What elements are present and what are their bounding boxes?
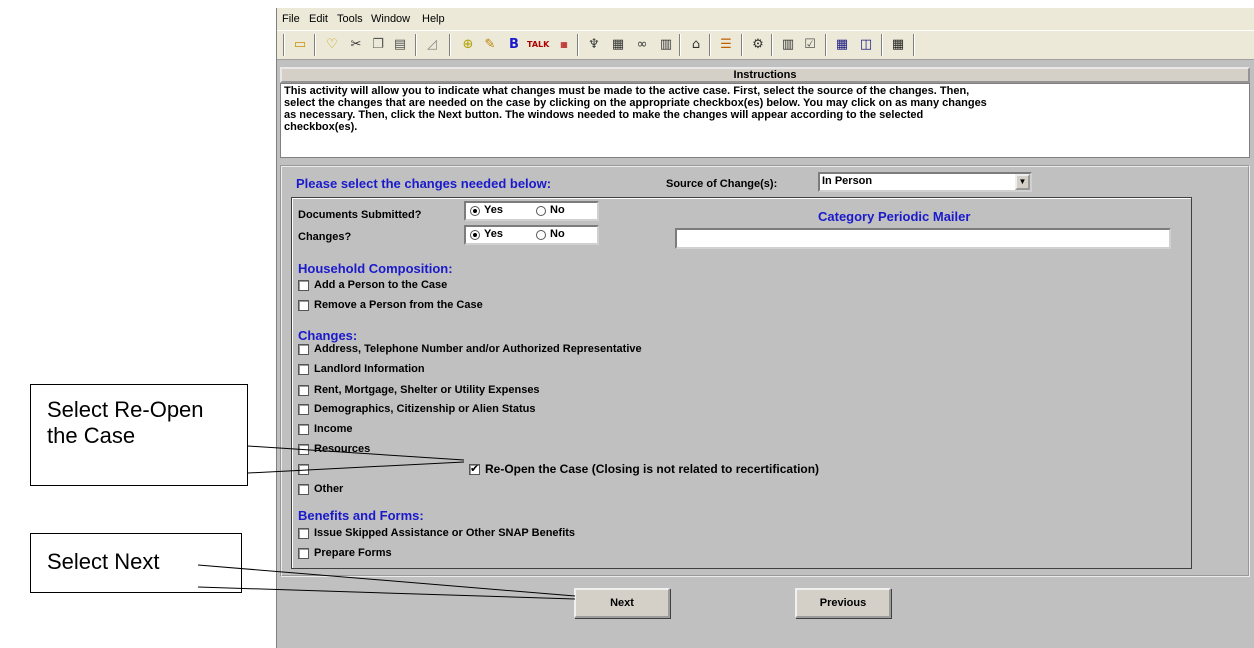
instructions-header: Instructions xyxy=(280,67,1250,83)
changes-radio-group: Yes No xyxy=(464,225,599,245)
callout-select-next: Select Next xyxy=(30,533,242,593)
toolbar: ▭ ♡ ✂ ❐ ▤ ◿ ⊕ ✎ B TALK ▦ ♆ ▦ ∞ ▥ ⌂ ☰ ⚙ ▥… xyxy=(277,30,1254,60)
household-composition-heading: Household Composition: xyxy=(298,261,453,276)
checkbox[interactable] xyxy=(298,444,309,455)
checkbox-label: Rent, Mortgage, Shelter or Utility Expen… xyxy=(314,384,540,396)
eraser-icon[interactable]: ◿ xyxy=(421,35,443,55)
open-folder-icon[interactable]: ▭ xyxy=(289,35,311,55)
menu-help[interactable]: Help xyxy=(422,13,445,25)
callout-select-reopen: Select Re-Open the Case xyxy=(30,384,248,486)
changes-yes-label: Yes xyxy=(484,228,503,240)
checkbox[interactable] xyxy=(298,280,309,291)
checkbox-label: Landlord Information xyxy=(314,363,425,375)
application-window: File Edit Tools Window Help ▭ ♡ ✂ ❐ ▤ ◿ … xyxy=(276,8,1254,648)
checkbox-label: Issue Skipped Assistance or Other SNAP B… xyxy=(314,527,576,539)
documents-no-label: No xyxy=(550,204,565,216)
panel-title: Please select the changes needed below: xyxy=(296,176,552,191)
documents-yes-radio[interactable] xyxy=(470,206,480,216)
house-icon[interactable]: ⌂ xyxy=(685,35,707,55)
checkbox-label: Prepare Forms xyxy=(314,547,392,559)
checkbox-label: Remove a Person from the Case xyxy=(314,299,483,311)
changes-no-radio[interactable] xyxy=(536,230,546,240)
source-of-change-select[interactable]: In Person ▼ xyxy=(818,172,1032,192)
changes-yes-radio[interactable] xyxy=(470,230,480,240)
scissors-icon[interactable]: ✂ xyxy=(345,35,367,55)
toolbar-separator xyxy=(449,34,451,56)
checkbox[interactable] xyxy=(298,404,309,415)
talk2-icon[interactable]: ▦ xyxy=(553,35,575,55)
checkbox-label: Demographics, Citizenship or Alien Statu… xyxy=(314,403,536,415)
toolbar-separator xyxy=(741,34,743,56)
toolbar-separator xyxy=(679,34,681,56)
gear-icon[interactable]: ⚙ xyxy=(747,35,769,55)
checkbox[interactable] xyxy=(298,424,309,435)
changes-group-box: Documents Submitted? Yes No Changes? Yes… xyxy=(291,197,1192,569)
copy-icon[interactable]: ❐ xyxy=(367,35,389,55)
previous-button[interactable]: Previous xyxy=(795,588,891,618)
checkbox[interactable] xyxy=(298,528,309,539)
checkbox[interactable] xyxy=(298,548,309,559)
toolbar-separator xyxy=(577,34,579,56)
chevron-down-icon[interactable]: ▼ xyxy=(1015,174,1030,190)
menu-bar: File Edit Tools Window Help xyxy=(277,8,1254,30)
window-icon[interactable]: ◫ xyxy=(855,35,877,55)
menu-file[interactable]: File xyxy=(282,13,300,25)
menu-edit[interactable]: Edit xyxy=(309,13,328,25)
checkbox[interactable] xyxy=(298,385,309,396)
documents-submitted-radio-group: Yes No xyxy=(464,201,599,221)
calculator-icon[interactable]: ▦ xyxy=(607,35,629,55)
bold-icon[interactable]: B xyxy=(503,35,525,55)
list-icon[interactable]: ☰ xyxy=(715,35,737,55)
changes-panel: Please select the changes needed below: … xyxy=(280,165,1250,577)
glasses-icon[interactable]: ∞ xyxy=(631,35,653,55)
checkbox[interactable] xyxy=(298,364,309,375)
benefits-and-forms-heading: Benefits and Forms: xyxy=(298,508,424,523)
checkbox-label: Resources xyxy=(314,443,371,455)
paste-icon[interactable]: ▤ xyxy=(389,35,411,55)
toolbar-separator xyxy=(771,34,773,56)
category-periodic-mailer-title: Category Periodic Mailer xyxy=(818,209,971,224)
pen-icon[interactable]: ✎ xyxy=(479,35,501,55)
checkbox[interactable] xyxy=(298,464,309,475)
menu-tools[interactable]: Tools xyxy=(337,13,363,25)
menu-window[interactable]: Window xyxy=(371,13,410,25)
checkbox-label: Re-Open the Case (Closing is not related… xyxy=(485,462,820,476)
documents-submitted-label: Documents Submitted? xyxy=(298,209,422,221)
checkbox[interactable] xyxy=(298,344,309,355)
checkbox-label: Other xyxy=(314,483,344,495)
talk-icon[interactable]: TALK xyxy=(527,35,549,55)
category-periodic-mailer-field[interactable] xyxy=(675,228,1171,249)
toolbar-separator xyxy=(825,34,827,56)
documents-no-radio[interactable] xyxy=(536,206,546,216)
source-of-change-value: In Person xyxy=(822,175,873,187)
documents-yes-label: Yes xyxy=(484,204,503,216)
source-of-change-label: Source of Change(s): xyxy=(666,178,778,190)
instructions-text: This activity will allow you to indicate… xyxy=(280,83,1250,158)
toolbar-separator xyxy=(709,34,711,56)
heart-icon[interactable]: ♡ xyxy=(321,35,343,55)
checkbox-label: Add a Person to the Case xyxy=(314,279,448,291)
checkbox[interactable] xyxy=(298,484,309,495)
edit-icon[interactable]: ☑ xyxy=(799,35,821,55)
toolbar-separator xyxy=(283,34,285,56)
toolbar-separator xyxy=(415,34,417,56)
book-icon[interactable]: ▥ xyxy=(655,35,677,55)
plug-icon[interactable]: ⊕ xyxy=(457,35,479,55)
tile-icon[interactable]: ▦ xyxy=(887,35,909,55)
toolbar-separator xyxy=(913,34,915,56)
grid-icon[interactable]: ▦ xyxy=(831,35,853,55)
checkbox-checked[interactable] xyxy=(469,462,480,475)
changes-heading: Changes: xyxy=(298,328,358,343)
toolbar-separator xyxy=(881,34,883,56)
plant-icon[interactable]: ♆ xyxy=(583,35,605,55)
changes-question-label: Changes? xyxy=(298,231,352,243)
checkbox-label: Income xyxy=(314,423,353,435)
changes-no-label: No xyxy=(550,228,565,240)
map-icon[interactable]: ▥ xyxy=(777,35,799,55)
checkbox-label: Address, Telephone Number and/or Authori… xyxy=(314,343,642,355)
toolbar-separator xyxy=(314,34,316,56)
next-button[interactable]: Next xyxy=(574,588,670,618)
checkbox[interactable] xyxy=(298,300,309,311)
